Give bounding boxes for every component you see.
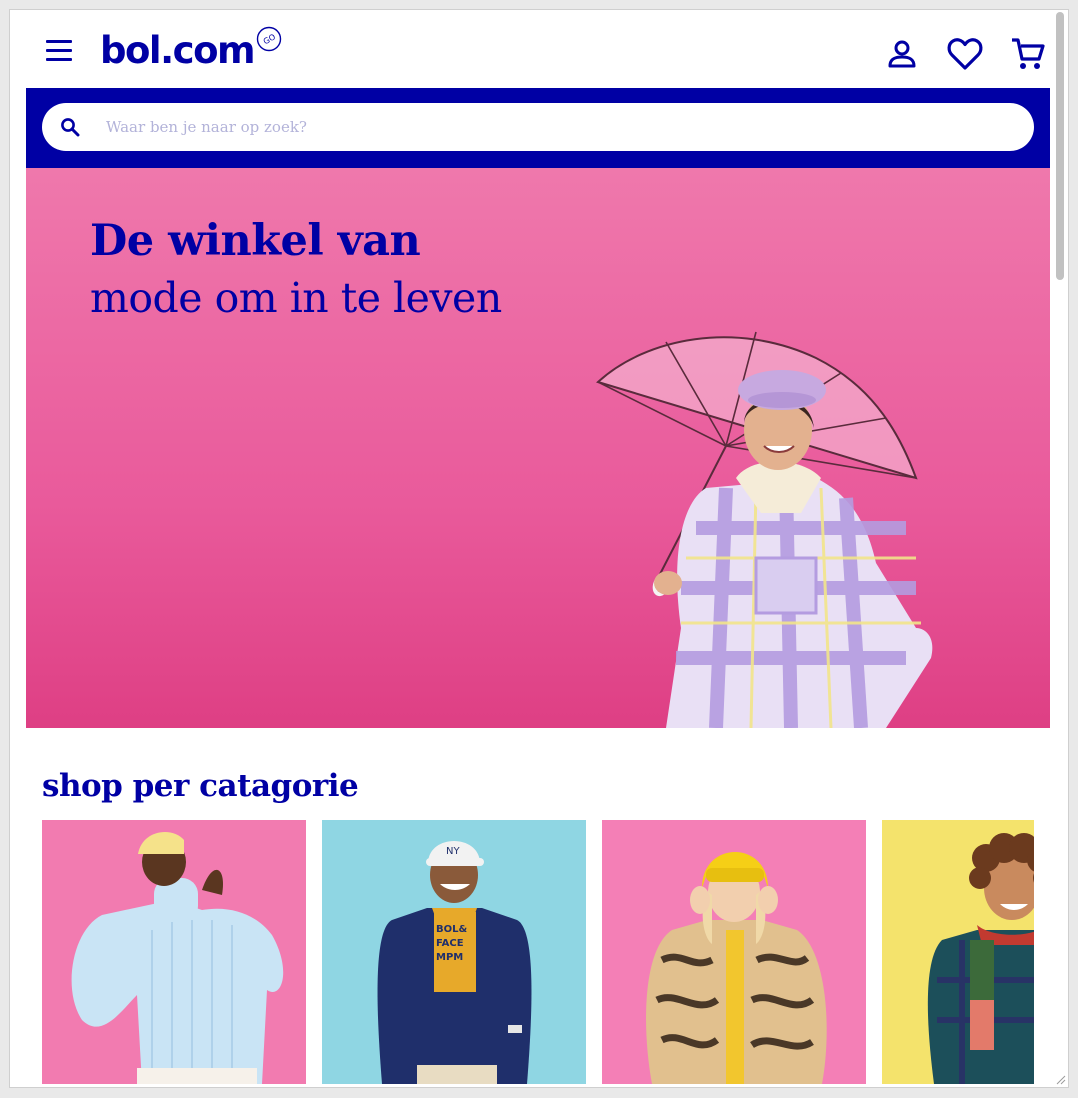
svg-text:MPM: MPM [436, 952, 463, 963]
page-scrollbar[interactable] [1052, 10, 1068, 1087]
hero-title-bold: De winkel van [90, 216, 421, 266]
category-image-girl-zebra-coat [602, 820, 866, 1084]
logo-smile-icon: GO [256, 26, 282, 52]
hero-banner[interactable]: De winkel van mode om in te leven [26, 168, 1050, 728]
logo-text: bol.com [100, 29, 256, 72]
search-box [42, 103, 1034, 151]
search-input[interactable] [98, 104, 1034, 150]
hero-title-regular: mode om in te leven [90, 274, 502, 322]
category-image-boy-scarf [882, 820, 1034, 1084]
site-header: bol.com GO [26, 10, 1050, 88]
category-card-3[interactable] [602, 820, 866, 1084]
scrollbar-thumb[interactable] [1056, 12, 1064, 280]
cart-icon[interactable] [1006, 32, 1050, 76]
categories-heading: shop per catagorie [42, 768, 359, 804]
bolcom-logo[interactable]: bol.com GO [100, 26, 282, 76]
account-icon[interactable] [880, 32, 924, 76]
search-icon[interactable] [42, 117, 98, 137]
svg-text:BOL&: BOL& [436, 924, 467, 935]
browser-window: bol.com GO Waar ben je naar op zoek? De … [9, 9, 1069, 1088]
header-actions [861, 32, 1050, 76]
svg-text:NY: NY [446, 846, 460, 857]
hamburger-menu-icon[interactable] [46, 40, 72, 62]
heart-icon[interactable] [943, 32, 987, 76]
search-band [26, 88, 1050, 168]
page-viewport: bol.com GO Waar ben je naar op zoek? De … [26, 10, 1050, 1087]
category-carousel: BOL& FACE MPM NY [26, 820, 1050, 1084]
category-card-2[interactable]: BOL& FACE MPM NY [322, 820, 586, 1084]
svg-text:FACE: FACE [436, 938, 464, 949]
category-card-1[interactable] [42, 820, 306, 1084]
hero-model-image [596, 331, 933, 728]
hero-title: De winkel van mode om in te leven [90, 214, 502, 328]
category-card-4[interactable] [882, 820, 1034, 1084]
category-image-man-blazer: BOL&FACE MPM NY [322, 820, 586, 1084]
svg-text:GO: GO [262, 32, 277, 46]
category-image-woman-sweater [42, 820, 306, 1084]
resize-grip-icon[interactable] [1054, 1073, 1066, 1085]
